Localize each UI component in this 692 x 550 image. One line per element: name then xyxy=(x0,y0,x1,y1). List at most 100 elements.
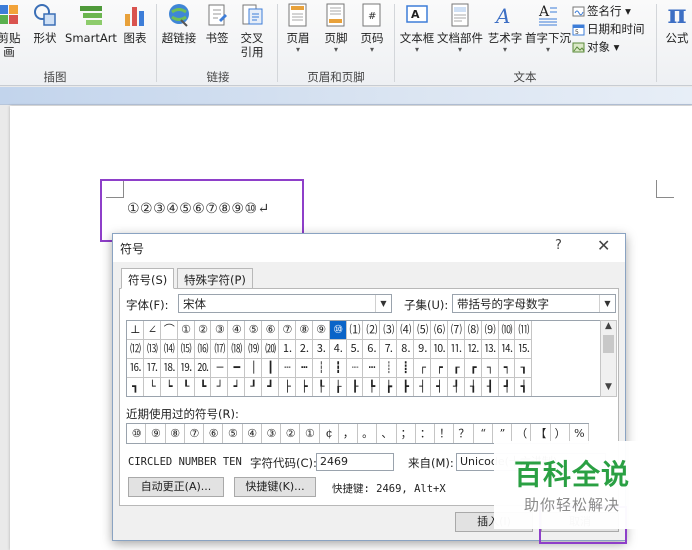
symbol-cell[interactable]: ┢ xyxy=(380,378,398,396)
symbol-cell[interactable]: ③ xyxy=(211,321,229,340)
symbol-cell[interactable]: └ xyxy=(144,378,161,396)
hyperlink-button[interactable]: 超链接 xyxy=(160,2,198,62)
header-button[interactable]: 页眉 ▾ xyxy=(282,2,314,62)
symbol-cell[interactable]: ⑴ xyxy=(346,321,364,340)
symbol-cell[interactable]: ┝ xyxy=(296,378,313,396)
equation-button[interactable]: π 公式 xyxy=(660,2,692,62)
symbol-cell[interactable]: ━ xyxy=(228,359,246,378)
symbol-cell[interactable]: ⒑ xyxy=(431,340,448,359)
symbol-cell[interactable]: ⑶ xyxy=(380,321,398,340)
symbol-cell[interactable]: ┡ xyxy=(363,378,381,396)
symbol-cell[interactable]: ⑦ xyxy=(279,321,296,340)
symbol-cell[interactable]: ┖ xyxy=(178,378,195,396)
symbol-cell[interactable]: ┄ xyxy=(279,359,296,378)
symbol-cell[interactable]: ┩ xyxy=(499,378,516,396)
chart-button[interactable]: 图表 xyxy=(120,2,150,62)
symbol-cell[interactable]: ⒅ xyxy=(228,340,246,359)
recent-symbol-cell[interactable]: 、 xyxy=(377,424,397,443)
symbol-cell[interactable]: ⑥ xyxy=(262,321,280,340)
symbol-cell[interactable]: ⒕ xyxy=(498,340,516,359)
tab-symbols[interactable]: 符号(S) xyxy=(121,268,175,289)
symbol-cell[interactable]: ⒁ xyxy=(160,340,178,359)
symbol-cell[interactable]: ├ xyxy=(279,378,296,396)
symbol-cell[interactable]: ⑼ xyxy=(481,321,499,340)
recent-symbol-cell[interactable]: ② xyxy=(281,424,301,443)
close-button[interactable]: ✕ xyxy=(597,236,610,255)
recent-symbol-cell[interactable]: ： xyxy=(416,424,435,443)
symbol-cell[interactable]: ⑩ xyxy=(329,321,347,340)
scroll-thumb[interactable] xyxy=(603,335,614,353)
recent-symbol-cell[interactable]: ⑩ xyxy=(127,424,147,443)
symbol-cell[interactable]: ┑ xyxy=(498,359,516,378)
symbol-cell[interactable]: ⑵ xyxy=(363,321,381,340)
symbol-cell[interactable]: ⑧ xyxy=(295,321,313,340)
symbol-cell[interactable]: ⒊ xyxy=(312,340,330,359)
symbol-cell[interactable]: ┆ xyxy=(312,359,330,378)
symbol-cell[interactable]: ⒐ xyxy=(414,340,432,359)
symbol-cell[interactable]: ⑿ xyxy=(127,340,144,359)
symbol-cell[interactable]: ┦ xyxy=(448,378,465,396)
recent-symbol-cell[interactable]: ④ xyxy=(243,424,262,443)
symbol-cell[interactable]: ⒈ xyxy=(279,340,296,359)
shapes-button[interactable]: 形状 xyxy=(30,2,60,62)
recent-symbol-cell[interactable]: ① xyxy=(300,424,320,443)
quick-parts-button[interactable]: 文档部件 ▾ xyxy=(436,2,484,62)
symbol-cell[interactable]: ⒙ xyxy=(160,359,178,378)
symbol-cell[interactable]: ⒃ xyxy=(194,340,212,359)
footer-button[interactable]: 页脚 ▾ xyxy=(320,2,352,62)
signature-line-button[interactable]: 签名行 ▾ xyxy=(572,2,658,20)
symbol-cell[interactable]: ┣ xyxy=(397,378,415,396)
bookmark-button[interactable]: 书签 xyxy=(202,2,232,62)
symbol-cell[interactable]: ┨ xyxy=(482,378,499,396)
symbol-cell[interactable]: ┚ xyxy=(245,378,263,396)
symbol-cell[interactable]: ┃ xyxy=(262,359,280,378)
symbol-grid-scrollbar[interactable]: ▲ ▼ xyxy=(600,320,617,397)
recent-symbol-cell[interactable]: 。 xyxy=(358,424,378,443)
symbol-cell[interactable]: ┇ xyxy=(329,359,347,378)
symbol-cell[interactable]: ┈ xyxy=(346,359,364,378)
recent-symbol-cell[interactable]: ⑨ xyxy=(146,424,166,443)
symbol-cell[interactable]: ⒂ xyxy=(177,340,195,359)
symbol-cell[interactable]: ⌒ xyxy=(160,321,178,340)
date-time-button[interactable]: 5 日期和时间 xyxy=(572,20,658,38)
symbol-cell[interactable]: ⒍ xyxy=(363,340,381,359)
symbol-cell[interactable]: ⑹ xyxy=(431,321,448,340)
subset-select[interactable]: 带括号的字母数字 ▼ xyxy=(452,294,616,313)
page-number-button[interactable]: # 页码 ▾ xyxy=(356,2,388,62)
symbol-cell[interactable]: ⑸ xyxy=(414,321,432,340)
symbol-cell[interactable]: ⒏ xyxy=(397,340,415,359)
symbol-cell[interactable]: ┏ xyxy=(464,359,482,378)
symbol-cell[interactable]: ─ xyxy=(211,359,229,378)
help-button[interactable]: ? xyxy=(555,238,562,253)
symbol-cell[interactable]: ┟ xyxy=(330,378,347,396)
text-box-button[interactable]: A 文本框 ▾ xyxy=(398,2,436,62)
symbol-cell[interactable]: ⒖ xyxy=(515,340,533,359)
object-button[interactable]: 对象 ▾ xyxy=(572,38,658,56)
symbol-cell[interactable]: ∠ xyxy=(143,321,161,340)
symbol-cell[interactable]: ⑨ xyxy=(312,321,330,340)
symbol-cell[interactable]: ⑽ xyxy=(498,321,516,340)
symbol-cell[interactable]: ┍ xyxy=(431,359,448,378)
symbol-cell[interactable]: ⑾ xyxy=(515,321,533,340)
symbol-cell[interactable]: ┛ xyxy=(262,378,280,396)
symbol-cell[interactable]: ⒆ xyxy=(245,340,263,359)
symbol-cell[interactable]: ⒘ xyxy=(143,359,161,378)
symbol-cell[interactable]: ┥ xyxy=(431,378,448,396)
symbol-cell[interactable]: ⒎ xyxy=(380,340,398,359)
symbol-cell[interactable]: ┎ xyxy=(447,359,465,378)
clipart-button[interactable]: 剪贴画 xyxy=(0,2,26,62)
symbol-cell[interactable]: ⒛ xyxy=(194,359,212,378)
symbol-cell[interactable]: ⑻ xyxy=(464,321,482,340)
symbol-cell[interactable]: ┓ xyxy=(127,378,144,396)
recent-symbol-cell[interactable]: ⑤ xyxy=(223,424,243,443)
symbol-cell[interactable]: ┪ xyxy=(515,378,533,396)
shortcut-key-button[interactable]: 快捷键(K)... xyxy=(234,477,316,497)
symbol-cell[interactable]: ┋ xyxy=(397,359,415,378)
symbol-cell[interactable]: │ xyxy=(245,359,263,378)
char-code-input[interactable]: 2469 xyxy=(316,453,394,471)
symbol-cell[interactable]: ┘ xyxy=(211,378,229,396)
tab-special-characters[interactable]: 特殊字符(P) xyxy=(177,268,253,289)
symbol-cell[interactable]: ┗ xyxy=(195,378,212,396)
symbol-cell[interactable]: ⒇ xyxy=(262,340,280,359)
symbol-cell[interactable]: ⒒ xyxy=(447,340,465,359)
